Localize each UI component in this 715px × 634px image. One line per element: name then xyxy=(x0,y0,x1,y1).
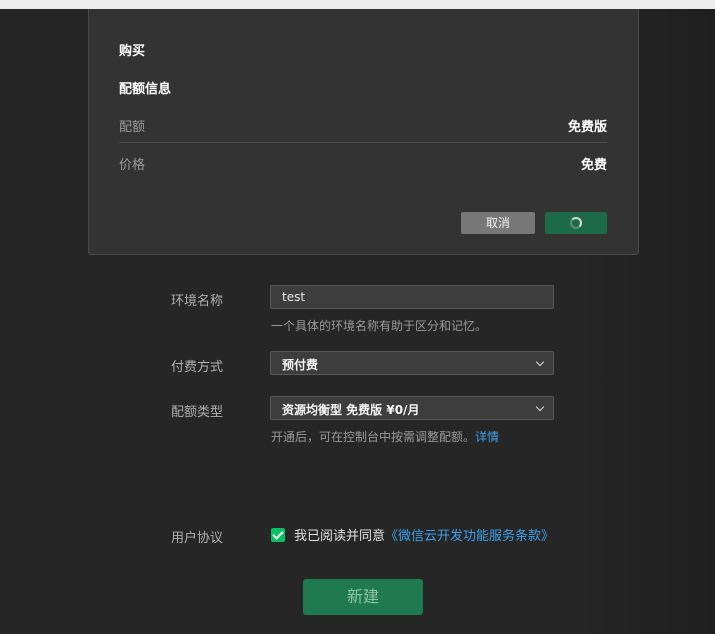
dialog-title: 购买 xyxy=(119,44,146,59)
quota-row-value: 免费版 xyxy=(567,120,607,135)
agreement-prefix: 我已阅读并同意 xyxy=(294,529,386,544)
env-name-help: 一个具体的环境名称有助于区分和记忆。 xyxy=(271,319,488,333)
quota-type-label: 配额类型 xyxy=(171,405,224,420)
agreement-label: 用户协议 xyxy=(171,531,224,546)
quota-row: 配额 免费版 xyxy=(119,116,607,154)
agreement-checkbox[interactable] xyxy=(271,528,285,542)
chevron-down-icon xyxy=(535,357,545,367)
quota-type-value: 资源均衡型 免费版 ¥0/月 xyxy=(282,403,420,417)
env-name-input[interactable]: test xyxy=(270,285,554,309)
agreement-text: 我已阅读并同意《微信云开发功能服务条款》 xyxy=(294,525,554,544)
details-link[interactable]: 详情 xyxy=(475,430,499,444)
quota-type-select[interactable]: 资源均衡型 免费版 ¥0/月 xyxy=(270,396,554,420)
confirm-button[interactable] xyxy=(545,212,607,234)
terms-link[interactable]: 《微信云开发功能服务条款》 xyxy=(385,529,554,544)
quota-help-text: 开通后，可在控制台中按需调整配额。 xyxy=(271,430,476,444)
payment-select[interactable]: 预付费 xyxy=(270,351,554,375)
row-divider xyxy=(119,142,607,143)
top-bar xyxy=(0,0,715,9)
create-button[interactable]: 新建 xyxy=(303,579,423,615)
quota-info-heading: 配额信息 xyxy=(119,82,172,97)
price-row-label: 价格 xyxy=(119,158,146,173)
env-name-label: 环境名称 xyxy=(171,294,224,309)
quota-help: 开通后，可在控制台中按需调整配额。详情 xyxy=(271,428,499,445)
payment-value: 预付费 xyxy=(282,358,319,372)
price-row-value: 免费 xyxy=(580,158,607,173)
price-row: 价格 免费 xyxy=(119,154,607,192)
checkmark-icon xyxy=(272,528,284,540)
loading-spinner-icon xyxy=(570,217,582,229)
quota-row-label: 配额 xyxy=(119,120,146,135)
purchase-dialog: 购买 配额信息 配额 免费版 价格 免费 取消 xyxy=(88,9,639,255)
payment-label: 付费方式 xyxy=(171,360,224,375)
env-name-value: test xyxy=(282,290,306,304)
chevron-down-icon xyxy=(535,402,545,412)
cancel-button[interactable]: 取消 xyxy=(461,212,535,234)
